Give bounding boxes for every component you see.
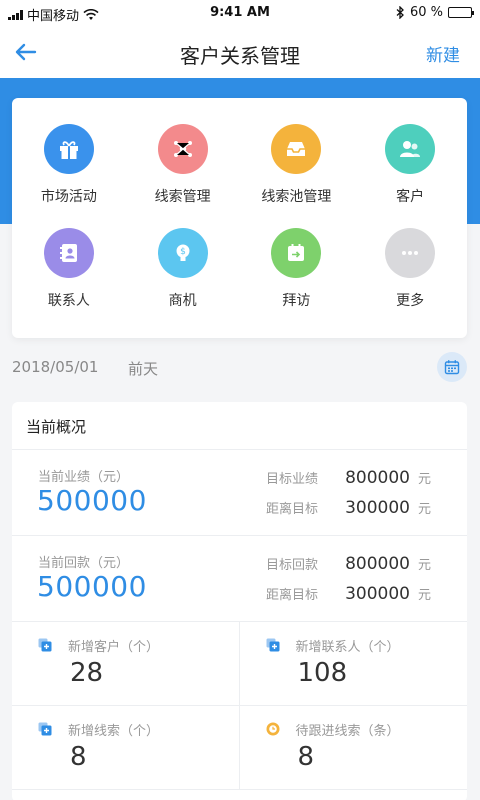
status-bar: 中国移动 9:41 AM 60 % — [0, 0, 480, 26]
add-square-icon — [38, 638, 52, 652]
unit-label: 元 — [417, 472, 431, 487]
feature-menu: 市场活动 线索管理 线索池管理 客户 联系人 $ 商机 拜访 更多 — [12, 98, 467, 338]
relative-date: 前天 — [128, 360, 159, 378]
stat-value: 28 — [70, 658, 104, 688]
gap-label: 距离目标 — [265, 502, 318, 517]
page-title: 客户关系管理 — [180, 44, 300, 68]
menu-label: 线索管理 — [154, 189, 211, 205]
menu-item-lead-pool[interactable]: 线索池管理 — [240, 124, 354, 228]
unit-label: 元 — [417, 558, 431, 573]
calendar-icon — [444, 360, 460, 375]
menu-item-contacts[interactable]: 联系人 — [12, 228, 126, 332]
performance-metric[interactable]: 当前业绩（元） 500000 目标业绩 800000 元 距离目标 300000… — [12, 450, 467, 536]
add-square-icon — [38, 722, 52, 736]
stat-label: 新增线索（个） — [68, 724, 160, 739]
stat-value: 8 — [70, 742, 87, 772]
stat-new-customers[interactable]: 新增客户（个） 28 — [12, 622, 240, 706]
svg-text:$: $ — [180, 247, 186, 257]
more-dots-icon — [385, 228, 436, 278]
collection-target: 目标回款 800000 元 — [266, 554, 431, 574]
target-value: 800000 — [345, 468, 410, 488]
overview-title: 当前概况 — [12, 402, 467, 450]
gap-value: 300000 — [345, 584, 410, 604]
target-label: 目标回款 — [265, 558, 318, 573]
target-value: 800000 — [345, 554, 410, 574]
gift-icon — [43, 124, 94, 174]
menu-label: 拜访 — [282, 293, 311, 309]
new-button[interactable]: 新建 — [426, 41, 460, 66]
contact-book-icon — [43, 228, 94, 278]
battery-icon — [448, 7, 474, 18]
add-square-icon — [266, 638, 279, 652]
collection-value: 500000 — [37, 570, 147, 603]
pending-clock-icon — [266, 722, 279, 736]
battery-percent: 60 % — [409, 5, 443, 20]
inbox-tray-icon — [271, 124, 322, 174]
unit-label: 元 — [417, 502, 431, 517]
performance-caption: 当前业绩（元） — [38, 470, 130, 485]
performance-value: 500000 — [37, 484, 147, 517]
stat-value: 108 — [297, 658, 348, 688]
menu-item-market-activity[interactable]: 市场活动 — [12, 124, 126, 228]
calendar-arrow-icon — [271, 228, 322, 278]
selected-date[interactable]: 2018/05/01 — [12, 358, 98, 376]
lightbulb-money-icon: $ — [157, 228, 208, 278]
bluetooth-icon — [396, 6, 404, 19]
stat-pending-leads[interactable]: 待跟进线索（条） 8 — [239, 706, 467, 790]
stat-label: 新增客户（个） — [68, 640, 160, 655]
stat-new-leads[interactable]: 新增线索（个） 8 — [12, 706, 240, 790]
overview-card: 当前概况 当前业绩（元） 500000 目标业绩 800000 元 距离目标 3… — [12, 402, 467, 800]
stat-new-contacts[interactable]: 新增联系人（个） 108 — [239, 622, 467, 706]
collection-metric[interactable]: 当前回款（元） 500000 目标回款 800000 元 距离目标 300000… — [12, 536, 467, 622]
network-icon — [157, 124, 208, 174]
gap-label: 距离目标 — [265, 588, 318, 603]
target-label: 目标业绩 — [265, 472, 318, 487]
menu-item-opportunity[interactable]: $ 商机 — [126, 228, 240, 332]
menu-item-visit[interactable]: 拜访 — [240, 228, 354, 332]
stat-label: 新增联系人（个） — [295, 640, 400, 655]
calendar-button[interactable] — [437, 352, 467, 382]
performance-gap: 距离目标 300000 元 — [266, 498, 431, 518]
menu-label: 联系人 — [47, 293, 90, 309]
stat-label: 待跟进线索（条） — [295, 724, 400, 739]
unit-label: 元 — [417, 588, 431, 603]
menu-item-more[interactable]: 更多 — [353, 228, 467, 332]
menu-label: 线索池管理 — [261, 189, 332, 205]
stats-grid: 新增客户（个） 28 新增联系人（个） 108 新增线索（个） 8 待跟进线索（… — [12, 622, 467, 790]
customers-icon — [385, 124, 436, 174]
performance-target: 目标业绩 800000 元 — [266, 468, 431, 488]
nav-bar: 客户关系管理 新建 — [0, 26, 480, 78]
menu-label: 更多 — [396, 293, 425, 309]
collection-caption: 当前回款（元） — [38, 556, 130, 571]
gap-value: 300000 — [345, 498, 410, 518]
menu-label: 商机 — [168, 293, 197, 309]
date-filter: 2018/05/01 前天 — [12, 352, 467, 382]
collection-gap: 距离目标 300000 元 — [266, 584, 431, 604]
menu-item-customer[interactable]: 客户 — [353, 124, 467, 228]
stat-value: 8 — [297, 742, 315, 772]
menu-item-lead-management[interactable]: 线索管理 — [126, 124, 240, 228]
menu-label: 市场活动 — [40, 189, 97, 205]
menu-label: 客户 — [396, 189, 425, 205]
